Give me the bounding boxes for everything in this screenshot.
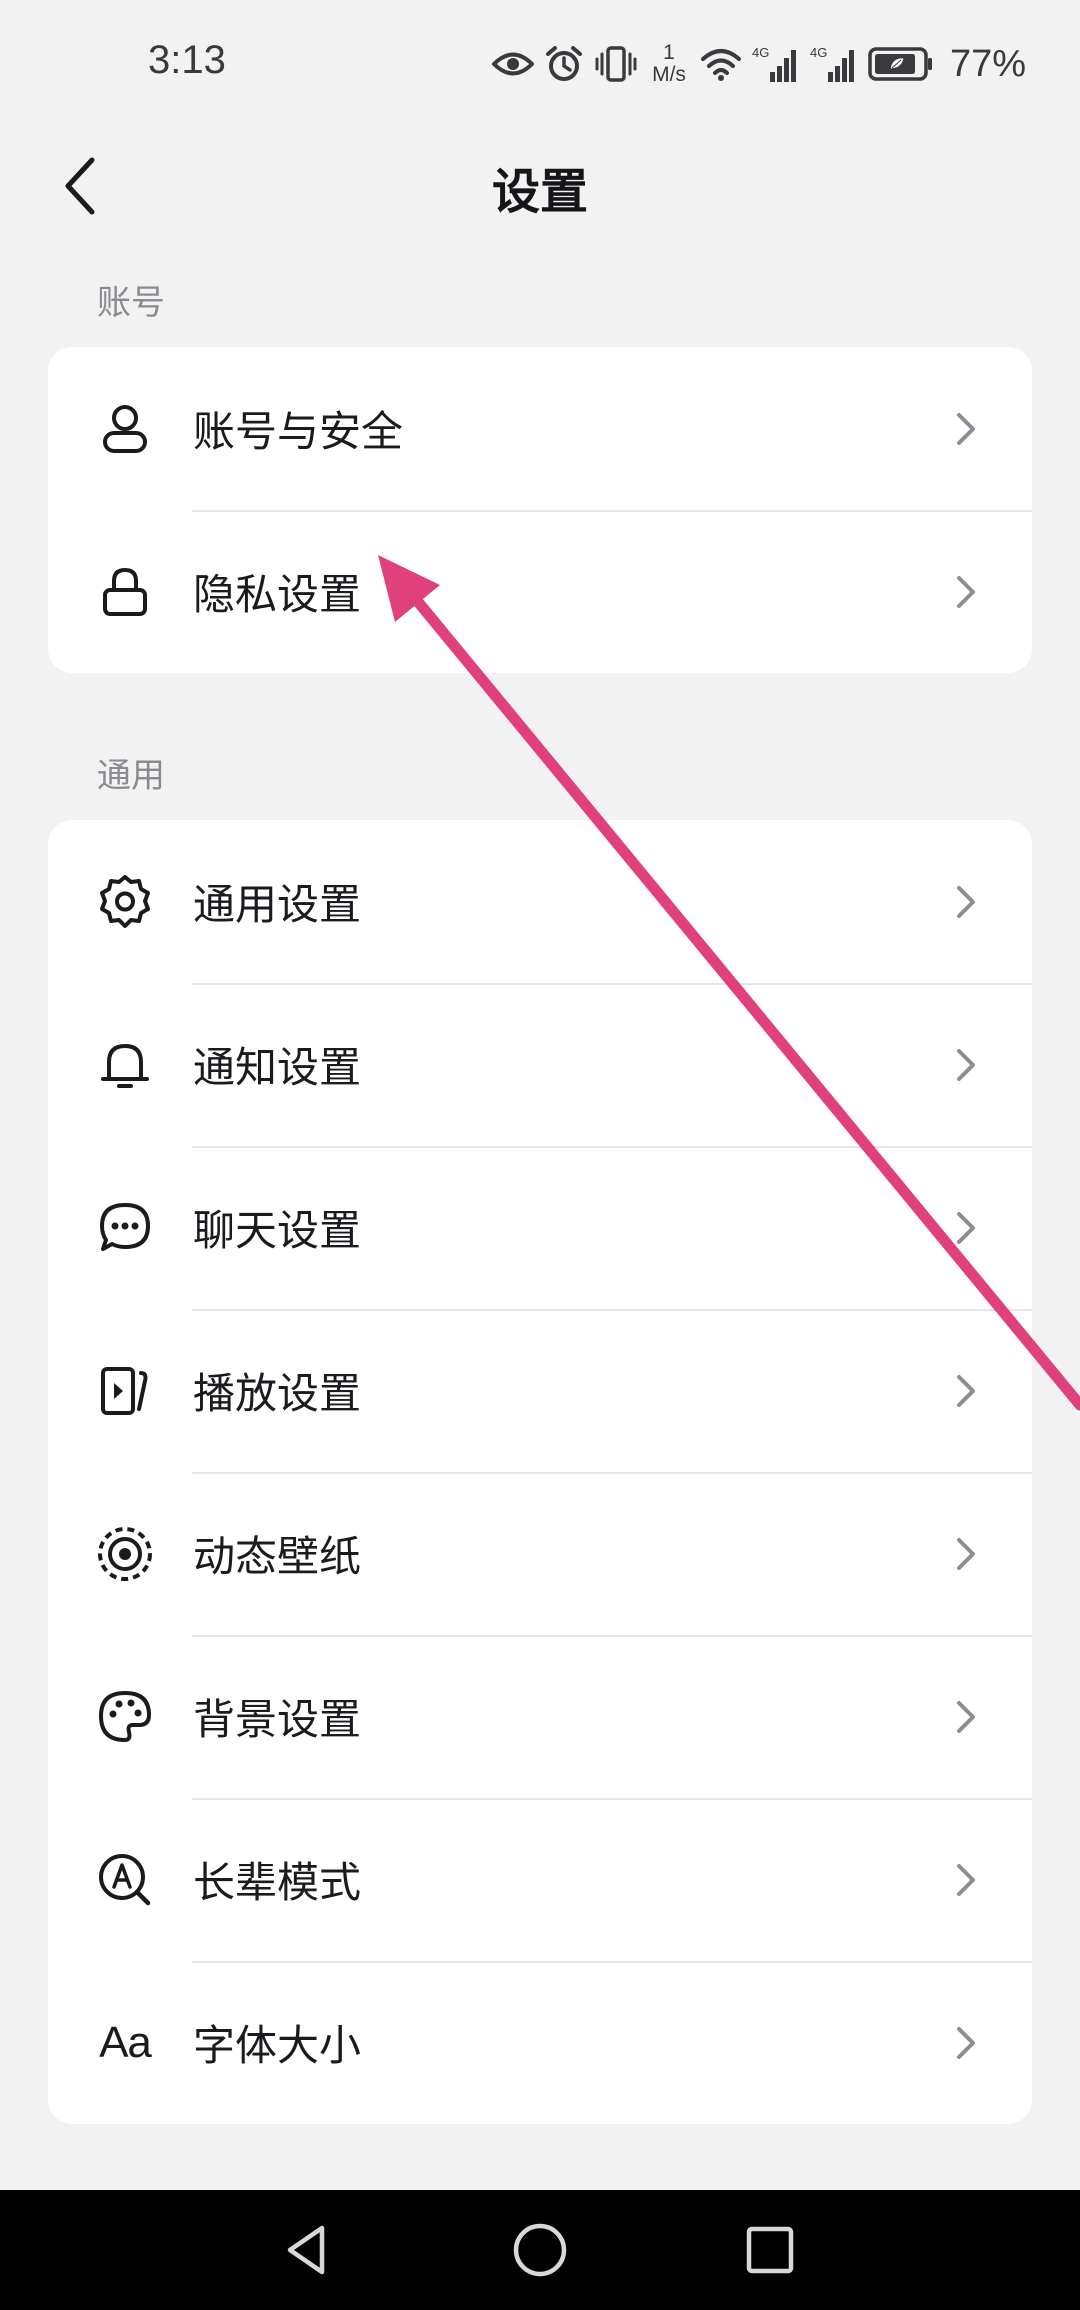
wifi-icon — [700, 49, 741, 81]
gear-icon — [95, 872, 155, 932]
user-icon — [95, 399, 155, 459]
play-screen-icon — [95, 1361, 155, 1421]
palette-icon — [95, 1687, 155, 1747]
signal-icon-1: 4G — [752, 45, 796, 82]
section-label-general: 通用 — [97, 756, 165, 796]
settings-item-elder-mode[interactable]: 长辈模式 — [48, 1798, 1032, 1961]
settings-item-privacy[interactable]: 隐私设置 — [48, 510, 1032, 673]
settings-item-label: 背景设置 — [193, 1695, 362, 1744]
settings-item-notification[interactable]: 通知设置 — [48, 983, 1032, 1146]
settings-item-label: 通用设置 — [193, 880, 362, 929]
page-title: 设置 — [491, 164, 588, 220]
nav-home-button[interactable] — [504, 2214, 576, 2286]
settings-item-label: 聊天设置 — [193, 1206, 362, 1255]
circle-home-icon — [513, 2223, 567, 2277]
settings-item-label: 字体大小 — [193, 2021, 362, 2070]
settings-item-font-size[interactable]: Aa 字体大小 — [48, 1961, 1032, 2124]
status-icons: 1 M/s 4G 4G 77% — [492, 34, 1026, 94]
elder-mode-icon — [95, 1850, 155, 1910]
general-settings-card: 通用设置 通知设置 聊天设置 播放设置 动态壁纸 背景设置 长辈模式 Aa 字体… — [48, 820, 1032, 2124]
network-speed: 1 M/s — [652, 41, 686, 86]
settings-item-label: 通知设置 — [193, 1043, 362, 1092]
settings-item-background[interactable]: 背景设置 — [48, 1635, 1032, 1798]
chevron-right-icon — [957, 1048, 975, 1081]
chevron-right-icon — [957, 885, 975, 918]
alarm-icon — [546, 46, 583, 81]
settings-item-label: 长辈模式 — [193, 1858, 362, 1907]
vibrate-icon — [595, 46, 637, 82]
chevron-right-icon — [957, 1537, 975, 1570]
settings-item-chat[interactable]: 聊天设置 — [48, 1146, 1032, 1309]
navigation-bar — [0, 2190, 1080, 2310]
battery-percent: 77% — [949, 42, 1026, 85]
live-wallpaper-icon — [95, 1524, 155, 1584]
chevron-right-icon — [957, 1863, 975, 1896]
chevron-right-icon — [957, 412, 975, 445]
section-label-account: 账号 — [97, 283, 165, 323]
settings-item-live-wallpaper[interactable]: 动态壁纸 — [48, 1472, 1032, 1635]
eye-icon — [492, 52, 535, 76]
status-bar: 3:13 1 M/s 4G 4G 77% — [0, 0, 1080, 128]
battery-icon — [868, 47, 932, 81]
settings-item-playback[interactable]: 播放设置 — [48, 1309, 1032, 1472]
square-recents-icon — [746, 2226, 794, 2274]
triangle-back-icon — [287, 2225, 325, 2275]
signal-icon-2: 4G — [810, 45, 854, 82]
settings-item-general[interactable]: 通用设置 — [48, 820, 1032, 983]
chevron-right-icon — [957, 1211, 975, 1244]
chevron-right-icon — [957, 575, 975, 608]
svg-text:4G: 4G — [752, 45, 769, 60]
chevron-right-icon — [957, 1700, 975, 1733]
settings-item-label: 播放设置 — [193, 1369, 362, 1418]
chevron-right-icon — [957, 2026, 975, 2059]
nav-recents-button[interactable] — [734, 2214, 806, 2286]
account-settings-card: 账号与安全 隐私设置 — [48, 347, 1032, 673]
chat-bubble-icon — [95, 1198, 155, 1258]
font-size-icon: Aa — [99, 2017, 152, 2067]
settings-item-account-security[interactable]: 账号与安全 — [48, 347, 1032, 510]
status-time: 3:13 — [148, 38, 226, 82]
nav-back-button[interactable] — [272, 2214, 344, 2286]
lock-icon — [95, 562, 155, 622]
header: 设置 — [0, 128, 1080, 240]
settings-item-label: 账号与安全 — [193, 407, 404, 456]
settings-item-label: 动态壁纸 — [193, 1532, 362, 1581]
bell-icon — [95, 1035, 155, 1095]
svg-text:4G: 4G — [810, 45, 827, 60]
chevron-right-icon — [957, 1374, 975, 1407]
settings-item-label: 隐私设置 — [193, 570, 362, 619]
